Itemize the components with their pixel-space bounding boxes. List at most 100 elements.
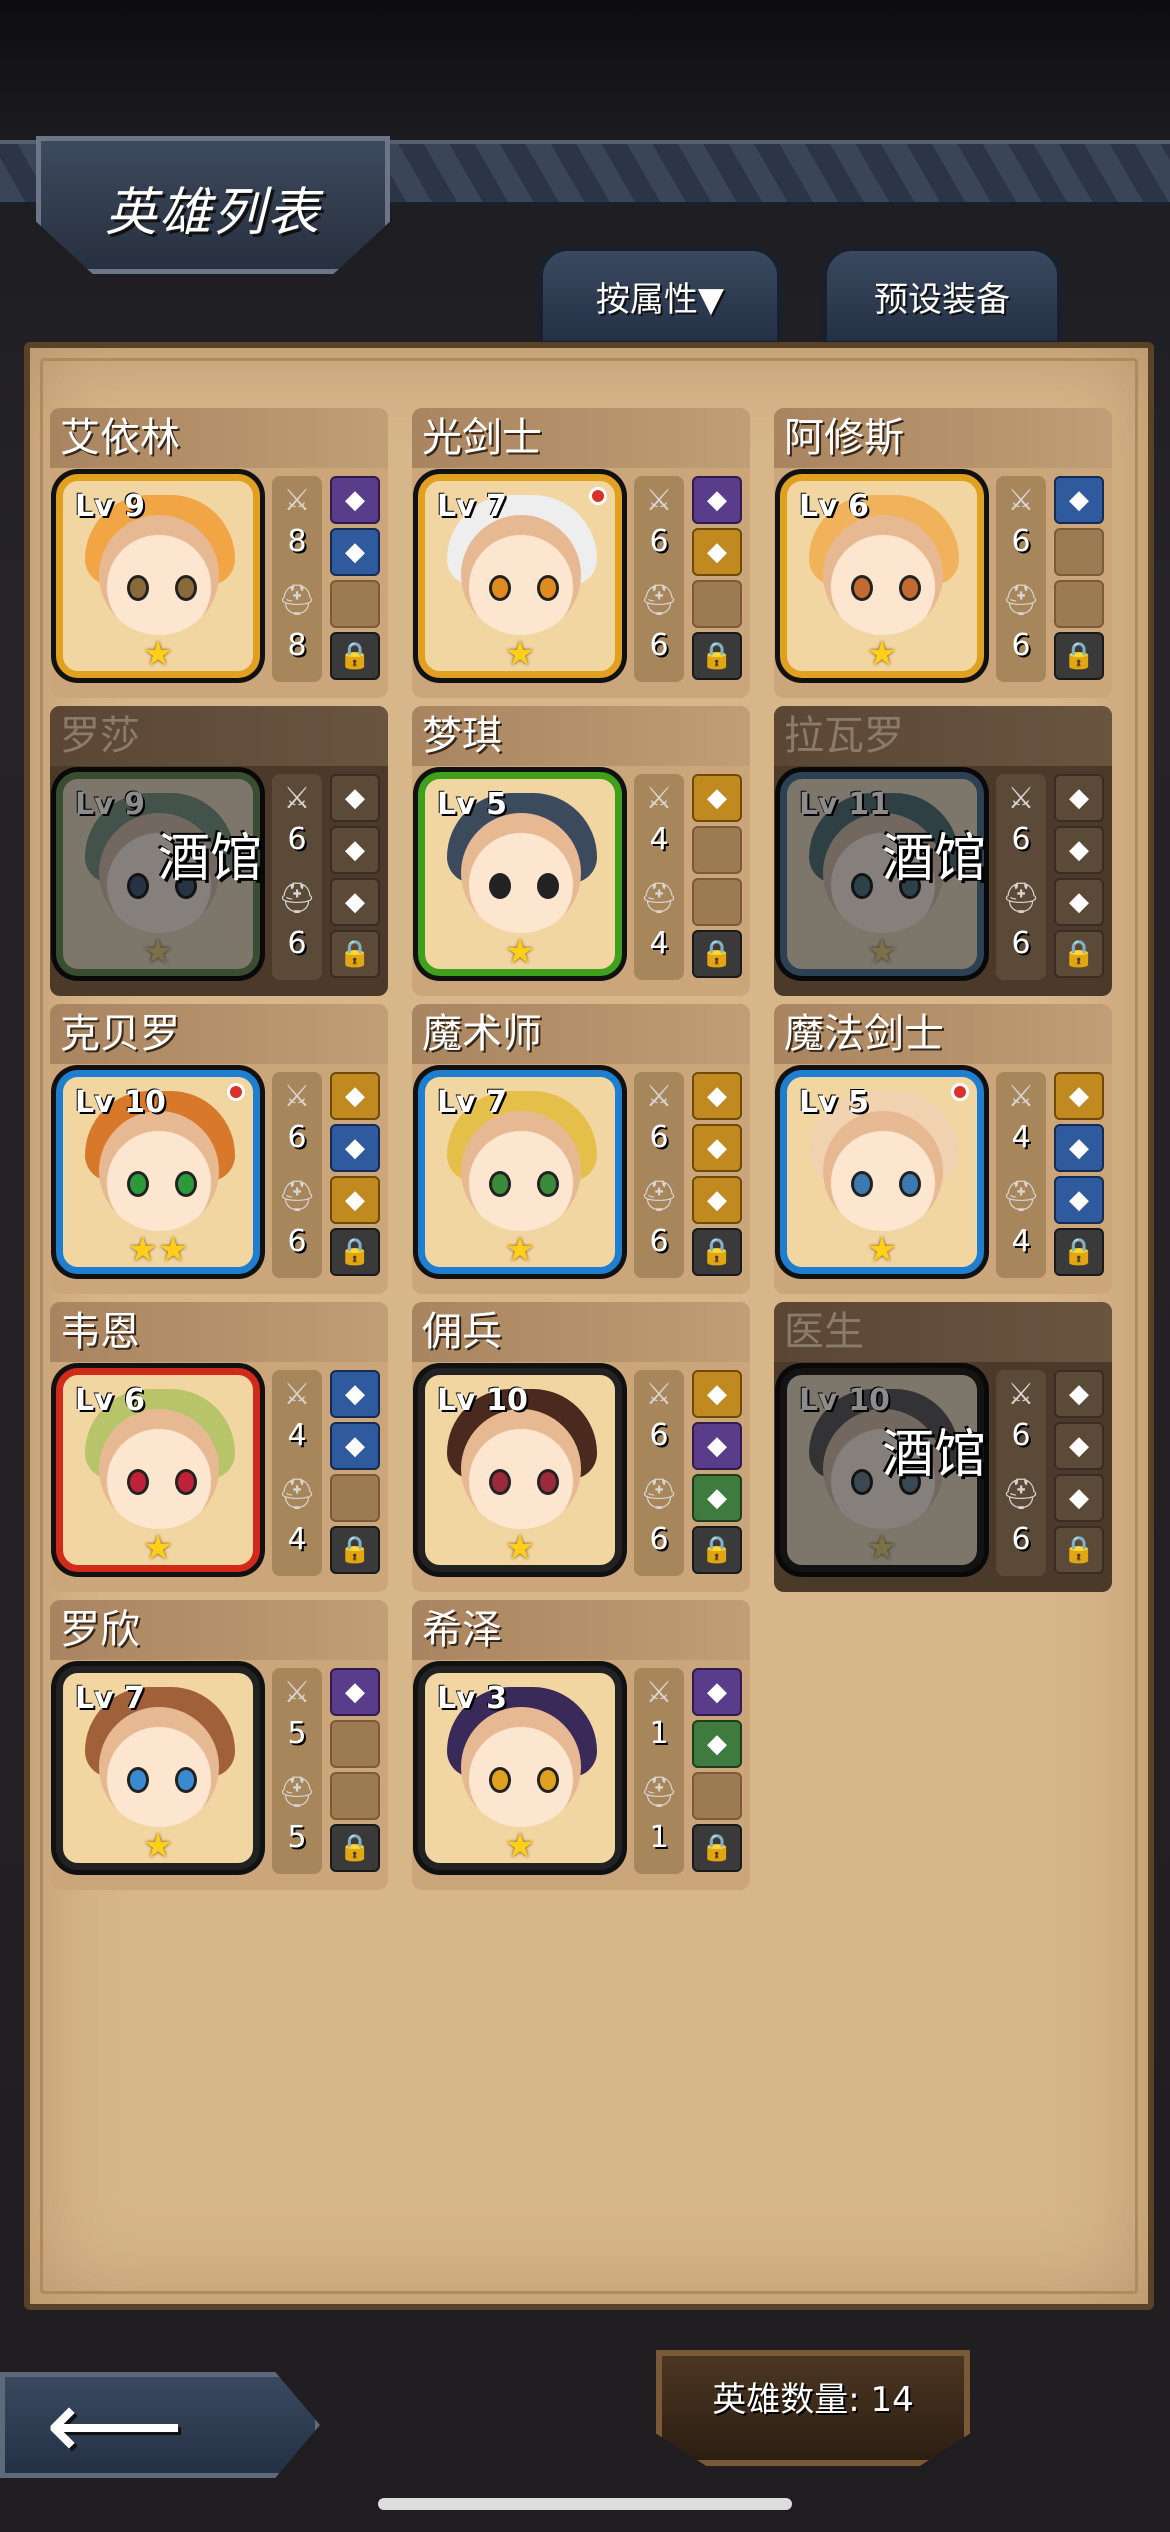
lock-icon[interactable]: 🔒 — [692, 632, 742, 680]
equipment-item-icon[interactable]: ◆ — [692, 1124, 742, 1172]
empty-equipment-slot[interactable] — [692, 580, 742, 628]
equipment-item-icon[interactable]: ◆ — [330, 1176, 380, 1224]
equipment-item-icon[interactable]: ◆ — [692, 1422, 742, 1470]
equipment-item-icon[interactable]: ◆ — [1054, 476, 1104, 524]
equipment-item-icon[interactable]: ◆ — [330, 1422, 380, 1470]
equipment-item-icon[interactable]: ◆ — [692, 1720, 742, 1768]
hero-portrait[interactable]: Lv 6 ★ — [780, 474, 984, 678]
sword-icon: ⚔ — [645, 1377, 673, 1412]
equipment-item-icon[interactable]: ◆ — [330, 476, 380, 524]
hero-card[interactable]: 佣兵 Lv 10 ★ ⚔ 6 ⛑ 6 ◆ ◆ ◆ 🔒 — [412, 1302, 750, 1592]
hero-card[interactable]: 魔法剑士 Lv 5 ★ ⚔ 4 ⛑ 4 ◆ ◆ ◆ 🔒 — [774, 1004, 1112, 1294]
hero-stats: ⚔ 8 ⛑ 8 — [272, 476, 322, 682]
equipment-slots: ◆ ◆ ◆ 🔒 — [692, 1370, 744, 1576]
hero-portrait[interactable]: Lv 7 ★ — [418, 474, 622, 678]
equipment-item-icon[interactable]: ◆ — [1054, 1370, 1104, 1418]
hero-portrait[interactable]: Lv 10 ★ — [418, 1368, 622, 1572]
hero-stats: ⚔ 6 ⛑ 6 — [634, 1072, 684, 1278]
sword-icon: ⚔ — [645, 1079, 673, 1114]
hero-eye-right — [537, 873, 559, 899]
equipment-item-icon[interactable]: ◆ — [692, 1072, 742, 1120]
lock-icon[interactable]: 🔒 — [330, 930, 380, 978]
hero-card[interactable]: 克贝罗 Lv 10 ★★ ⚔ 6 ⛑ 6 ◆ ◆ ◆ 🔒 — [50, 1004, 388, 1294]
equipment-item-icon[interactable]: ◆ — [1054, 878, 1104, 926]
equipment-item-icon[interactable]: ◆ — [330, 826, 380, 874]
attack-value: 6 — [649, 1418, 669, 1453]
lock-icon[interactable]: 🔒 — [692, 930, 742, 978]
lock-icon[interactable]: 🔒 — [330, 632, 380, 680]
tab-preset-equipment[interactable]: 预设装备 — [822, 246, 1062, 346]
hero-name: 光剑士 — [412, 408, 750, 468]
hero-portrait[interactable]: Lv 7 ★ — [56, 1666, 260, 1870]
equipment-item-icon[interactable]: ◆ — [1054, 826, 1104, 874]
empty-equipment-slot[interactable] — [692, 1772, 742, 1820]
equipment-item-icon[interactable]: ◆ — [330, 1370, 380, 1418]
back-arrow-icon[interactable]: ⟵ — [46, 2377, 266, 2473]
equipment-item-icon[interactable]: ◆ — [330, 528, 380, 576]
hero-portrait[interactable]: Lv 7 ★ — [418, 1070, 622, 1274]
empty-equipment-slot[interactable] — [692, 826, 742, 874]
equipment-item-icon[interactable]: ◆ — [1054, 774, 1104, 822]
equipment-item-icon[interactable]: ◆ — [330, 1072, 380, 1120]
tab-sort-by-attribute[interactable]: 按属性▼ — [538, 246, 782, 346]
equipment-item-icon[interactable]: ◆ — [330, 878, 380, 926]
hero-card[interactable]: 医生 Lv 10 ★ ⚔ 6 ⛑ 6 ◆ ◆ ◆ 🔒 酒馆 — [774, 1302, 1112, 1592]
empty-equipment-slot[interactable] — [330, 1772, 380, 1820]
hero-portrait[interactable]: Lv 5 ★ — [418, 772, 622, 976]
hero-card[interactable]: 阿修斯 Lv 6 ★ ⚔ 6 ⛑ 6 ◆ 🔒 — [774, 408, 1112, 698]
equipment-item-icon[interactable]: ◆ — [692, 1176, 742, 1224]
hero-card[interactable]: 罗莎 Lv 9 ★ ⚔ 6 ⛑ 6 ◆ ◆ ◆ 🔒 酒馆 — [50, 706, 388, 996]
empty-equipment-slot[interactable] — [692, 878, 742, 926]
empty-equipment-slot[interactable] — [330, 1474, 380, 1522]
lock-icon[interactable]: 🔒 — [330, 1228, 380, 1276]
equipment-item-icon[interactable]: ◆ — [692, 528, 742, 576]
hero-portrait[interactable]: Lv 5 ★ — [780, 1070, 984, 1274]
equipment-item-icon[interactable]: ◆ — [1054, 1422, 1104, 1470]
hero-card[interactable]: 希泽 Lv 3 ★ ⚔ 1 ⛑ 1 ◆ ◆ 🔒 — [412, 1600, 750, 1890]
hero-card[interactable]: 光剑士 Lv 7 ★ ⚔ 6 ⛑ 6 ◆ ◆ 🔒 — [412, 408, 750, 698]
equipment-item-icon[interactable]: ◆ — [1054, 1124, 1104, 1172]
hero-card[interactable]: 艾依林 Lv 9 ★ ⚔ 8 ⛑ 8 ◆ ◆ 🔒 — [50, 408, 388, 698]
lock-icon[interactable]: 🔒 — [330, 1824, 380, 1872]
defense-value: 6 — [649, 1224, 669, 1259]
lock-icon[interactable]: 🔒 — [1054, 632, 1104, 680]
lock-icon[interactable]: 🔒 — [1054, 1526, 1104, 1574]
lock-icon[interactable]: 🔒 — [692, 1526, 742, 1574]
hero-card[interactable]: 罗欣 Lv 7 ★ ⚔ 5 ⛑ 5 ◆ 🔒 — [50, 1600, 388, 1890]
equipment-item-icon[interactable]: ◆ — [330, 774, 380, 822]
equipment-item-icon[interactable]: ◆ — [1054, 1072, 1104, 1120]
hero-face — [823, 515, 943, 635]
equipment-item-icon[interactable]: ◆ — [330, 1124, 380, 1172]
equipment-item-icon[interactable]: ◆ — [692, 1474, 742, 1522]
lock-icon[interactable]: 🔒 — [692, 1228, 742, 1276]
lock-icon[interactable]: 🔒 — [692, 1824, 742, 1872]
empty-equipment-slot[interactable] — [330, 580, 380, 628]
hero-level: Lv 5 — [437, 787, 507, 822]
hero-portrait[interactable]: Lv 9 ★ — [56, 474, 260, 678]
equipment-item-icon[interactable]: ◆ — [1054, 1176, 1104, 1224]
empty-equipment-slot[interactable] — [330, 1720, 380, 1768]
empty-equipment-slot[interactable] — [1054, 528, 1104, 576]
home-indicator[interactable] — [378, 2498, 792, 2510]
hero-card[interactable]: 韦恩 Lv 6 ★ ⚔ 4 ⛑ 4 ◆ ◆ 🔒 — [50, 1302, 388, 1592]
hero-stats: ⚔ 6 ⛑ 6 — [996, 476, 1046, 682]
star-icon: ★ — [142, 634, 174, 674]
equipment-item-icon[interactable]: ◆ — [692, 774, 742, 822]
equipment-item-icon[interactable]: ◆ — [692, 1370, 742, 1418]
hero-portrait[interactable]: Lv 3 ★ — [418, 1666, 622, 1870]
equipment-item-icon[interactable]: ◆ — [692, 476, 742, 524]
equipment-item-icon[interactable]: ◆ — [692, 1668, 742, 1716]
hero-card[interactable]: 梦琪 Lv 5 ★ ⚔ 4 ⛑ 4 ◆ 🔒 — [412, 706, 750, 996]
equipment-item-icon[interactable]: ◆ — [1054, 1474, 1104, 1522]
hero-card[interactable]: 拉瓦罗 Lv 11 ★ ⚔ 6 ⛑ 6 ◆ ◆ ◆ 🔒 酒馆 — [774, 706, 1112, 996]
empty-equipment-slot[interactable] — [1054, 580, 1104, 628]
hero-stats: ⚔ 6 ⛑ 6 — [634, 476, 684, 682]
lock-icon[interactable]: 🔒 — [330, 1526, 380, 1574]
lock-icon[interactable]: 🔒 — [1054, 1228, 1104, 1276]
star-icon: ★ — [504, 634, 536, 674]
hero-card[interactable]: 魔术师 Lv 7 ★ ⚔ 6 ⛑ 6 ◆ ◆ ◆ 🔒 — [412, 1004, 750, 1294]
equipment-item-icon[interactable]: ◆ — [330, 1668, 380, 1716]
hero-portrait[interactable]: Lv 10 ★★ — [56, 1070, 260, 1274]
hero-portrait[interactable]: Lv 6 ★ — [56, 1368, 260, 1572]
lock-icon[interactable]: 🔒 — [1054, 930, 1104, 978]
